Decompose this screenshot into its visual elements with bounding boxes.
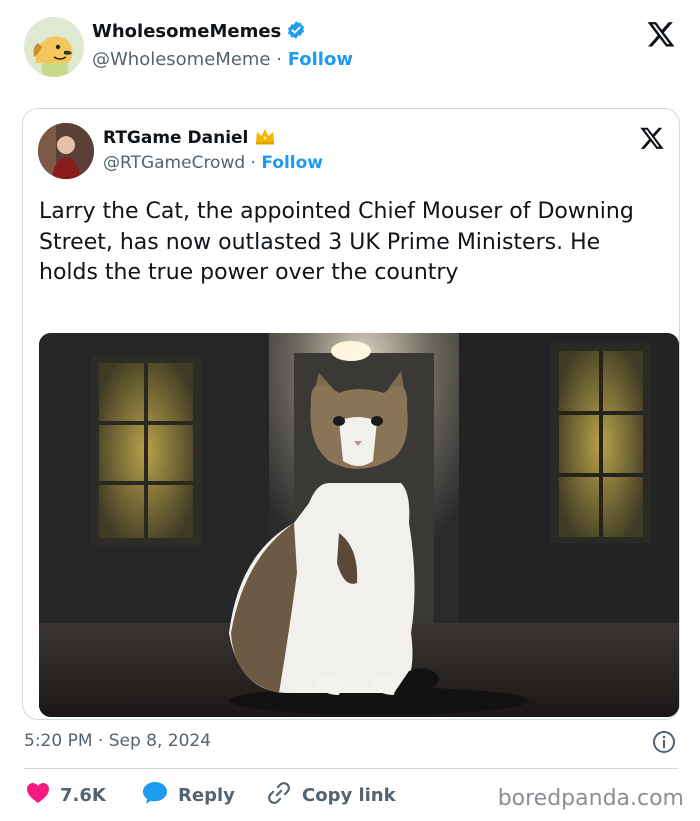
info-icon[interactable] [652, 730, 676, 754]
quote-author-handle[interactable]: @RTGameCrowd [103, 153, 245, 173]
author-handle-row: @WholesomeMeme · Follow [92, 49, 353, 70]
author-name[interactable]: WholesomeMemes [92, 21, 281, 42]
author-avatar[interactable] [24, 17, 84, 77]
author-handle[interactable]: @WholesomeMeme [92, 49, 271, 70]
quoted-tweet-card[interactable]: RTGame Daniel @RTGameCrowd · Follow Larr… [22, 108, 680, 720]
heart-icon [26, 782, 60, 809]
watermark: boredpanda.com [497, 786, 684, 811]
crown-icon [254, 127, 276, 150]
post-timestamp[interactable]: 5:20 PM · Sep 8, 2024 [24, 731, 211, 751]
like-button[interactable]: 7.6K [26, 780, 106, 810]
quote-author-name[interactable]: RTGame Daniel [103, 128, 248, 148]
reply-label: Reply [178, 784, 235, 806]
quote-dot-separator: · [245, 153, 262, 173]
verified-badge-icon [286, 20, 306, 45]
copy-link-label: Copy link [302, 784, 396, 806]
reply-bubble-icon [142, 781, 178, 810]
x-logo-icon[interactable] [646, 19, 676, 49]
like-count: 7.6K [60, 784, 106, 806]
post-header: WholesomeMemes @WholesomeMeme · Follow [24, 17, 676, 79]
author-name-row[interactable]: WholesomeMemes [92, 20, 306, 45]
quote-author-handle-row: @RTGameCrowd · Follow [103, 153, 323, 173]
cat-photo[interactable] [39, 333, 679, 717]
quote-author-name-row: RTGame Daniel [103, 127, 276, 150]
quote-x-logo-icon[interactable] [639, 125, 665, 151]
dot-separator: · [270, 49, 288, 70]
divider [24, 768, 678, 769]
copy-link-button[interactable]: Copy link [266, 780, 396, 810]
quote-text: Larry the Cat, the appointed Chief Mouse… [39, 199, 634, 285]
reply-button[interactable]: Reply [142, 780, 235, 810]
quote-follow-button[interactable]: Follow [261, 153, 323, 173]
quote-author-avatar[interactable] [38, 123, 94, 179]
follow-button[interactable]: Follow [288, 49, 353, 70]
link-icon [266, 780, 302, 811]
